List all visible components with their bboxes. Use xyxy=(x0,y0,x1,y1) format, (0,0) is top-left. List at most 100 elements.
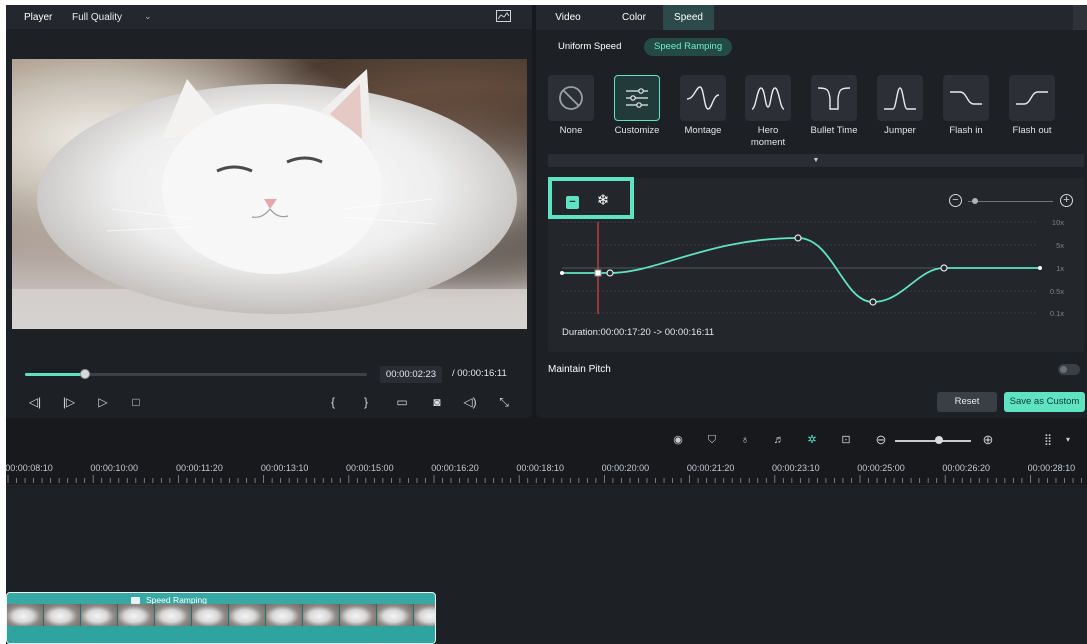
maintain-pitch-label: Maintain Pitch xyxy=(548,364,611,375)
chevron-down-icon[interactable]: ▾ xyxy=(1061,433,1075,447)
ruler-label: 00:00:16:20 xyxy=(431,463,479,473)
panel-scrollbar[interactable] xyxy=(1073,5,1087,30)
tab-speed[interactable]: Speed xyxy=(663,5,714,30)
subtab-uniform-speed[interactable]: Uniform Speed xyxy=(548,38,631,56)
prev-frame-icon[interactable]: ◁| xyxy=(27,394,43,410)
clip-thumbnail xyxy=(340,604,377,626)
tab-color[interactable]: Color xyxy=(610,5,658,30)
preset-label: Customize xyxy=(614,125,660,136)
ruler-label: 00:00:15:00 xyxy=(346,463,394,473)
clip-thumbnail xyxy=(155,604,192,626)
fit-timeline-icon[interactable]: ⊡ xyxy=(839,433,853,447)
snap-icon[interactable]: ✲ xyxy=(805,433,819,447)
speed-keyframe-point[interactable] xyxy=(606,269,614,277)
ruler-label: 00:00:08:10 xyxy=(6,463,53,473)
preset-label: Jumper xyxy=(884,125,916,136)
stop-icon[interactable]: □ xyxy=(128,394,144,410)
preset-hero-moment[interactable]: Hero moment xyxy=(743,75,793,149)
snapshot-icon[interactable]: ◙ xyxy=(429,394,445,410)
marker-icon[interactable]: ⛉ xyxy=(705,433,719,447)
audio-mixer-icon[interactable]: ♬ xyxy=(772,433,786,447)
reset-button[interactable]: Reset xyxy=(937,392,997,412)
clip-thumbnail xyxy=(81,604,118,626)
ytick-10x: 10x xyxy=(1052,218,1064,227)
playback-scrubber[interactable] xyxy=(25,369,367,379)
quality-dropdown[interactable]: Full Quality xyxy=(72,12,122,23)
volume-icon[interactable]: ◁) xyxy=(462,394,478,410)
ruler-label: 00:00:10:00 xyxy=(90,463,138,473)
speed-curve-graph[interactable]: 10x 5x 1x 0.5x 0.1x xyxy=(558,210,1068,320)
save-as-custom-button[interactable]: Save as Custom xyxy=(1004,392,1085,412)
clip-thumbnail xyxy=(229,604,266,626)
video-clip[interactable]: Speed Ramping xyxy=(6,592,436,644)
bullet-time-curve-icon xyxy=(811,75,857,121)
preset-customize[interactable]: Customize xyxy=(612,75,662,137)
current-time[interactable]: 00:00:02:23 xyxy=(380,366,442,383)
layout-grid-icon[interactable]: ⣿ xyxy=(1041,433,1055,447)
display-icon[interactable]: ▭ xyxy=(394,394,410,410)
timeline-zoom-in-icon[interactable]: ⊕ xyxy=(981,433,995,447)
speed-keyframe-point[interactable] xyxy=(794,234,802,242)
fullscreen-icon[interactable]: ⤡ xyxy=(496,394,512,410)
playhead-keyframe-marker[interactable] xyxy=(594,269,602,277)
maintain-pitch-toggle[interactable] xyxy=(1058,364,1080,375)
video-preview[interactable] xyxy=(12,59,527,329)
preset-flash-out[interactable]: Flash out xyxy=(1007,75,1057,137)
mark-out-icon[interactable]: } xyxy=(358,394,374,410)
next-frame-icon[interactable]: |▷ xyxy=(61,394,77,410)
timeline-zoom-out-icon[interactable]: ⊖ xyxy=(874,433,888,447)
clip-thumbnail xyxy=(303,604,340,626)
speed-keyframe-point[interactable] xyxy=(869,298,877,306)
render-preview-icon[interactable]: ◉ xyxy=(671,433,685,447)
duration-readout: Duration:00:00:17:20 -> 00:00:16:11 xyxy=(562,327,715,338)
microphone-icon[interactable]: ♁ xyxy=(738,433,752,447)
preset-label: Flash in xyxy=(949,125,983,136)
curve-start-point xyxy=(560,271,564,275)
chevron-down-icon[interactable]: ⌄ xyxy=(144,11,152,22)
clip-thumbnail xyxy=(414,604,435,626)
zoom-out-icon[interactable]: − xyxy=(949,194,962,207)
clip-thumbnail xyxy=(192,604,229,626)
scrubber-handle[interactable] xyxy=(80,369,91,379)
ytick-0-5x: 0.5x xyxy=(1050,287,1064,296)
tab-video[interactable]: Video xyxy=(548,5,588,30)
properties-panel: Video Color Speed Uniform Speed Speed Ra… xyxy=(536,5,1087,418)
none-icon xyxy=(548,75,594,121)
player-title: Player xyxy=(24,12,53,23)
ruler-label: 00:00:28:10 xyxy=(1027,463,1076,473)
graph-zoom-handle[interactable] xyxy=(972,198,978,204)
cat-video-frame xyxy=(12,59,527,329)
preset-flash-in[interactable]: Flash in xyxy=(941,75,991,137)
preset-montage[interactable]: Montage xyxy=(678,75,728,137)
ruler-label: 00:00:21:20 xyxy=(686,463,735,473)
ruler-label: 00:00:23:10 xyxy=(772,463,820,473)
play-icon[interactable]: ▷ xyxy=(95,394,111,410)
clip-thumbnail xyxy=(44,604,81,626)
timeline-zoom-handle[interactable] xyxy=(935,436,943,444)
timeline-ruler[interactable]: 00:00:08:10 00:00:10:00 00:00:11:20 00:00:1… xyxy=(6,456,1087,486)
zoom-in-icon[interactable]: + xyxy=(1060,194,1073,207)
graph-zoom-slider[interactable] xyxy=(968,201,1053,202)
collapse-presets-bar[interactable]: ▼ xyxy=(548,154,1084,167)
jumper-curve-icon xyxy=(877,75,923,121)
subtab-speed-ramping[interactable]: Speed Ramping xyxy=(644,38,733,56)
preset-bullet-time[interactable]: Bullet Time xyxy=(809,75,859,137)
clip-audio-strip xyxy=(7,626,435,643)
preset-jumper[interactable]: Jumper xyxy=(875,75,925,137)
ytick-5x: 5x xyxy=(1056,241,1064,250)
ytick-1x: 1x xyxy=(1056,264,1064,273)
player-panel: Player Full Quality ⌄ 00:00:02:23 / 00:0… xyxy=(6,5,532,418)
preset-none[interactable]: None xyxy=(546,75,596,137)
preset-label: Hero moment xyxy=(750,125,786,148)
ruler-label: 00:00:25:00 xyxy=(857,463,905,473)
timeline-zoom-slider[interactable] xyxy=(895,440,971,442)
scope-icon[interactable] xyxy=(496,10,511,22)
mark-in-icon[interactable]: { xyxy=(325,394,341,410)
ruler-ticks xyxy=(7,475,1082,483)
preset-label: Flash out xyxy=(1012,125,1052,136)
clip-thumbnail xyxy=(118,604,155,626)
clip-thumbnail xyxy=(266,604,303,626)
total-time: / 00:00:16:11 xyxy=(452,368,507,379)
clip-thumbnail xyxy=(377,604,414,626)
speed-keyframe-point[interactable] xyxy=(940,264,948,272)
